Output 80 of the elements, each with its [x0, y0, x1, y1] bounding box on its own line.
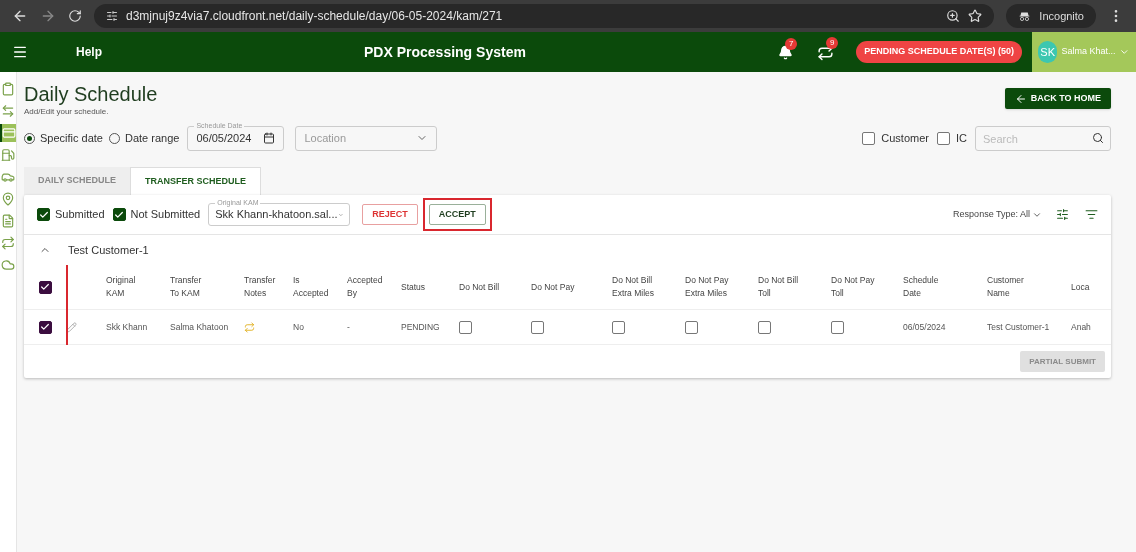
row-checkbox[interactable]: [38, 320, 52, 334]
checkbox[interactable]: [459, 320, 472, 334]
checkbox-label: Customer: [881, 130, 929, 146]
response-type-select[interactable]: Response Type: All: [953, 207, 1042, 222]
checkbox-label: Submitted: [55, 207, 105, 223]
date-value: 06/05/2024: [196, 130, 252, 146]
checkbox[interactable]: [862, 131, 876, 145]
pending-dates-button[interactable]: PENDING SCHEDULE DATE(S) (50): [856, 41, 1022, 63]
page-subtitle: Add/Edit your schedule.: [24, 106, 110, 118]
table-cell: Anah: [1071, 320, 1091, 334]
user-name: Salma Khat...: [1061, 45, 1116, 59]
incognito-chip[interactable]: Incognito: [1006, 4, 1096, 28]
app-title: PDX Processing System: [364, 42, 526, 62]
checkbox[interactable]: [37, 208, 50, 221]
address-bar[interactable]: d3mjnuj9z4via7.cloudfront.net/daily-schedule/day/06-05-2024/kam/271: [94, 4, 995, 28]
notification-count: 7: [785, 37, 798, 50]
table-cell: 06/05/2024: [903, 320, 946, 334]
back-icon[interactable]: [12, 8, 28, 24]
reject-button[interactable]: REJECT: [362, 204, 418, 225]
filter-icon[interactable]: [1085, 208, 1098, 221]
search-icon[interactable]: [1092, 131, 1104, 144]
column-header: Do Not Bill Extra Miles: [612, 274, 655, 300]
checkbox[interactable]: [612, 320, 625, 334]
radio-label: Date range: [125, 130, 180, 146]
checkbox[interactable]: [112, 208, 126, 221]
checkbox[interactable]: [531, 320, 544, 334]
kam-value: Skk Khann-khatoon.sal...: [215, 207, 338, 223]
column-header: Accepted By: [347, 274, 383, 300]
page-title: Daily Schedule: [24, 82, 158, 106]
column-header: Transfer Notes: [244, 274, 276, 300]
column-header: Original KAM: [106, 274, 136, 300]
checkbox[interactable]: [937, 131, 950, 145]
column-header: Loca: [1071, 280, 1090, 294]
calendar-icon[interactable]: [263, 132, 276, 144]
column-header: Schedule Date: [903, 274, 939, 300]
url-text: d3mjnuj9z4via7.cloudfront.net/daily-schedule/day/06-05-2024/kam/271: [126, 8, 503, 25]
user-avatar: SK: [1038, 41, 1058, 63]
group-label: Test Customer-1: [68, 242, 149, 258]
checkbox[interactable]: [685, 320, 698, 334]
sidebar-item[interactable]: [0, 124, 16, 142]
transfer-count: 9: [826, 36, 839, 49]
menu-icon[interactable]: [12, 44, 28, 60]
table-cell: Test Customer-1: [987, 320, 1050, 334]
back-to-home-button[interactable]: BACK TO HOME: [1004, 88, 1111, 109]
column-header: Customer Name: [987, 274, 1024, 300]
edit-icon[interactable]: [66, 321, 77, 333]
star-icon[interactable]: [968, 9, 983, 23]
forward-icon[interactable]: [40, 8, 56, 24]
site-info-icon[interactable]: [106, 10, 118, 22]
reload-icon[interactable]: [68, 9, 82, 23]
column-header: Do Not Bill: [459, 280, 500, 294]
checkbox[interactable]: [831, 320, 844, 334]
column-header: Transfer To KAM: [170, 274, 202, 300]
checkbox-label: IC: [956, 130, 967, 146]
column-header: Status: [401, 280, 426, 294]
table-cell: PENDING: [401, 320, 440, 334]
tab[interactable]: TRANSFER SCHEDULE: [130, 167, 262, 195]
arrow-left-icon: [1014, 92, 1027, 105]
location-placeholder: Location: [304, 130, 346, 146]
select-all-checkbox[interactable]: [38, 280, 52, 294]
help-link[interactable]: Help: [76, 43, 102, 61]
table-cell: Skk Khann: [106, 320, 148, 334]
accept-button[interactable]: ACCEPT: [428, 204, 486, 225]
incognito-icon: [1018, 9, 1032, 23]
column-header: Do Not Pay Toll: [831, 274, 875, 300]
checkbox[interactable]: [758, 320, 771, 334]
table-cell: -: [347, 320, 350, 334]
zoom-icon[interactable]: [946, 9, 961, 23]
column-settings-icon[interactable]: [1056, 208, 1069, 221]
table-cell: No: [293, 320, 304, 334]
column-header: Do Not Pay: [531, 280, 575, 294]
checkbox-label: Not Submitted: [130, 207, 201, 223]
column-header: Is Accepted: [293, 274, 329, 300]
column-header: Do Not Pay Extra Miles: [685, 274, 729, 300]
radio-label: Specific date: [40, 130, 103, 146]
profile-label: Incognito: [1039, 8, 1084, 24]
table-cell: Salma Khatoon: [170, 320, 229, 334]
column-header: Do Not Bill Toll: [758, 274, 799, 300]
search-field[interactable]: Search: [975, 126, 1111, 151]
notification-bell-icon[interactable]: [778, 44, 794, 60]
